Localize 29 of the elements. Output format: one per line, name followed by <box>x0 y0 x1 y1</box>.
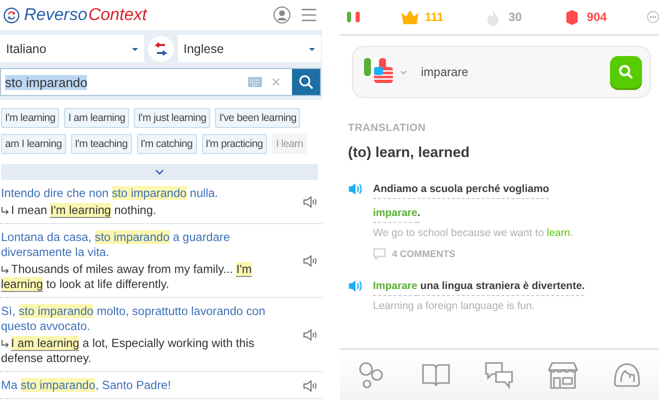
suggestion-chip[interactable]: I am learning <box>64 108 130 128</box>
section-label: TRANSLATION <box>348 122 427 134</box>
suggestion-chip[interactable]: I'm teaching <box>70 134 132 154</box>
example-translation: We go to school because we want to learn. <box>373 227 574 239</box>
example-sentence: Lontana da casa, sto imparando a guardare diversamente la vita. <box>1 230 231 260</box>
stat-count: 30 <box>508 10 522 24</box>
example-sentence: Imparare una lingua straniera è divertente. <box>373 279 586 294</box>
suggestion-chip[interactable]: I'm learning <box>1 108 60 128</box>
source-language-select[interactable]: Italiano <box>0 35 144 62</box>
target-language-select[interactable]: Inglese <box>178 35 321 62</box>
logo-text: Context <box>88 5 147 25</box>
example-sentence: Sì, sto imparando molto, soprattutto lavorando con questo avvocato. <box>1 304 266 334</box>
logo-text: Reverso <box>24 5 88 25</box>
example-sentence: Ma sto imparando, Santo Padre! <box>1 378 172 393</box>
suggestion-chip[interactable]: I've been learning <box>215 108 300 128</box>
example-translation: I am learning a lot, Especially working with this defense attorney. <box>1 336 256 366</box>
example-sentence: Andiamo a scuola perché vogliamo imparare. <box>373 182 550 221</box>
example-translation: Learning a foreign language is fun. <box>373 300 536 312</box>
stat-count: 111 <box>424 10 444 24</box>
suggestion-chip[interactable]: I'm practicing <box>202 134 267 154</box>
suggestion-chip[interactable]: am I learning <box>1 134 66 154</box>
suggestion-chip[interactable]: I'm catching <box>136 134 197 154</box>
stat-count: 904 <box>586 10 607 24</box>
suggestion-chip[interactable]: I'm just learning <box>134 108 210 128</box>
search-field[interactable]: imparare <box>421 65 610 79</box>
example-translation: Thousands of miles away from my family... I'm learning to look at life differently. <box>1 262 253 292</box>
example-sentence: Intendo dire che non sto imparando nulla. <box>1 186 220 201</box>
example-translation: I mean I'm learning nothing. <box>10 203 158 218</box>
translation-heading: (to) learn, learned <box>348 145 471 161</box>
